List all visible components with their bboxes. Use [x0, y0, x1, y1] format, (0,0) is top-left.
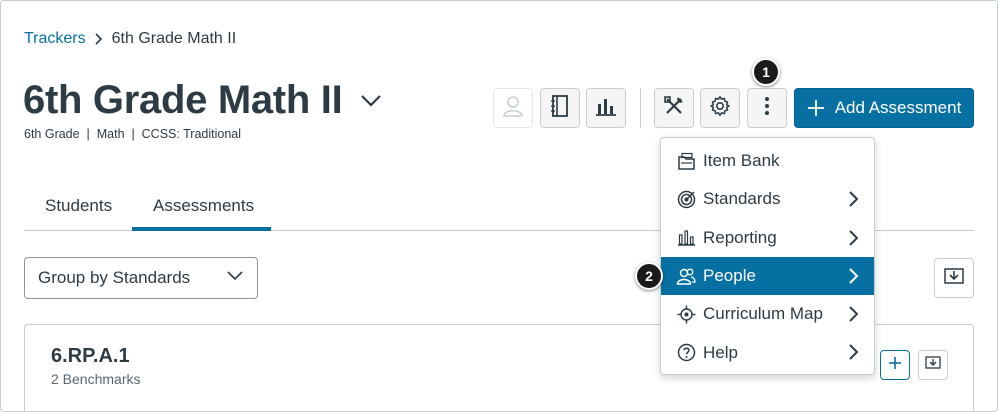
breadcrumb-current: 6th Grade Math II	[111, 30, 237, 47]
card-export-button[interactable]	[918, 350, 948, 380]
active-tab-indicator	[132, 227, 271, 231]
chevron-right-icon	[848, 229, 858, 246]
export-button[interactable]	[934, 258, 974, 298]
menu-item-people[interactable]: People	[661, 256, 874, 296]
help-icon	[676, 343, 696, 363]
menu-item-label: Reporting	[703, 227, 777, 247]
menu-item-label: Help	[703, 342, 738, 362]
toolbar-divider	[640, 88, 641, 128]
chevron-down-icon	[227, 271, 243, 281]
tools-button[interactable]	[654, 88, 694, 128]
item-bank-icon	[676, 151, 696, 171]
group-by-value: Group by Standards	[38, 268, 191, 287]
bar-chart-icon	[595, 95, 617, 122]
download-icon	[944, 267, 964, 290]
step-badge-1: 1	[752, 58, 780, 86]
standards-icon	[676, 189, 696, 209]
tab-assessments[interactable]: Assessments	[153, 196, 254, 216]
more-options-button[interactable]	[747, 88, 787, 128]
student-view-icon	[502, 94, 524, 123]
more-options-menu: Item Bank Standards Reporting People Cur…	[660, 137, 875, 375]
people-icon	[676, 266, 696, 286]
chevron-right-icon	[94, 33, 103, 45]
menu-item-label: Item Bank	[703, 151, 780, 171]
gradebook-button[interactable]	[540, 88, 580, 128]
menu-item-curriculum-map[interactable]: Curriculum Map	[661, 295, 874, 333]
menu-item-label: Curriculum Map	[703, 304, 823, 324]
step-badge-2: 2	[635, 262, 663, 290]
add-benchmark-button[interactable]	[880, 350, 910, 380]
chevron-right-icon	[848, 191, 858, 208]
chevron-down-icon[interactable]	[360, 94, 382, 108]
group-by-select[interactable]: Group by Standards	[24, 257, 258, 299]
tracker-meta: 6th Grade | Math | CCSS: Traditional	[24, 127, 242, 141]
menu-item-reporting[interactable]: Reporting	[661, 219, 874, 257]
menu-item-label: Standards	[703, 189, 781, 209]
add-assessment-label: Add Assessment	[834, 98, 962, 117]
menu-item-label: People	[703, 266, 756, 286]
breadcrumb-trackers-link[interactable]: Trackers	[24, 30, 86, 48]
breadcrumb: Trackers 6th Grade Math II	[24, 30, 236, 48]
menu-item-item-bank[interactable]: Item Bank	[661, 142, 874, 180]
student-view-button[interactable]	[493, 88, 533, 128]
reporting-icon	[676, 228, 696, 248]
notebook-icon	[550, 94, 570, 123]
plus-icon	[888, 356, 902, 375]
benchmark-count: 2 Benchmarks	[51, 371, 141, 387]
page-title: 6th Grade Math II	[23, 78, 343, 122]
tools-icon	[663, 95, 685, 122]
standard-code: 6.RP.A.1	[51, 345, 130, 367]
download-icon	[925, 355, 941, 375]
add-assessment-button[interactable]: Add Assessment	[794, 88, 974, 128]
gear-icon	[709, 95, 731, 122]
plus-icon	[807, 99, 825, 117]
chevron-right-icon	[848, 268, 858, 284]
menu-item-standards[interactable]: Standards	[661, 180, 874, 218]
menu-item-help[interactable]: Help	[661, 333, 874, 371]
reports-button[interactable]	[586, 88, 626, 128]
title-row: 6th Grade Math II	[23, 78, 382, 123]
settings-button[interactable]	[700, 88, 740, 128]
chevron-right-icon	[848, 344, 858, 361]
curriculum-map-icon	[676, 304, 696, 324]
more-options-icon	[764, 95, 770, 122]
tab-students[interactable]: Students	[45, 196, 112, 216]
chevron-right-icon	[848, 306, 858, 322]
